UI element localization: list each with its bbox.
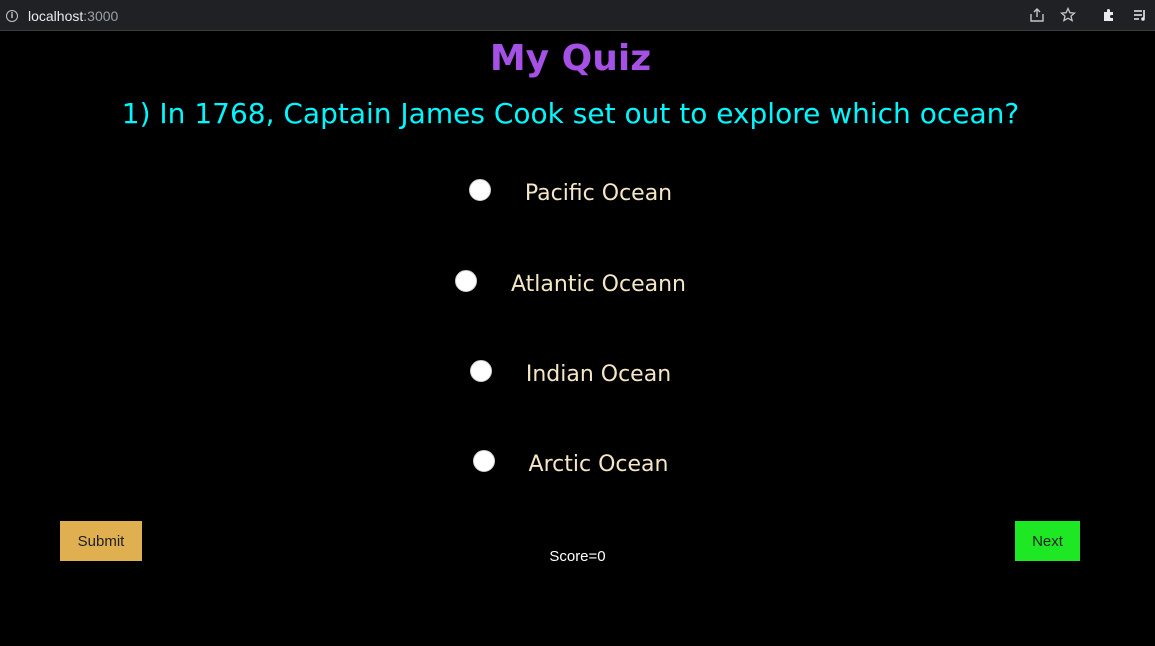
option-indian[interactable]: Indian Ocean <box>0 354 1141 394</box>
info-icon[interactable]: i <box>6 9 18 22</box>
radio-atlantic[interactable] <box>455 270 478 292</box>
radio-pacific[interactable] <box>468 179 491 201</box>
url-text[interactable]: localhost:3000 <box>28 8 118 24</box>
next-button[interactable]: Next <box>1015 521 1080 561</box>
option-label: Atlantic Oceann <box>511 271 686 297</box>
option-label: Indian Ocean <box>525 361 672 387</box>
toolbar-icons <box>1015 0 1155 30</box>
extensions-group <box>1087 2 1155 28</box>
score-text: Score=0 <box>549 548 606 565</box>
share-icon[interactable] <box>1028 6 1046 24</box>
puzzle-icon[interactable] <box>1100 6 1118 24</box>
option-label: Arctic Ocean <box>528 451 669 477</box>
radio-arctic[interactable] <box>472 450 495 472</box>
option-label: Pacific Ocean <box>524 180 673 206</box>
option-arctic[interactable]: Arctic Ocean <box>0 444 1141 484</box>
star-icon[interactable] <box>1059 6 1077 24</box>
browser-toolbar: i localhost:3000 <box>0 0 1155 31</box>
reading-list-icon[interactable] <box>1131 6 1149 24</box>
url-port: :3000 <box>83 7 119 24</box>
address-bar[interactable]: i localhost:3000 <box>6 4 118 27</box>
quiz-title: My Quiz <box>489 38 652 79</box>
url-host: localhost <box>28 7 84 24</box>
radio-indian[interactable] <box>469 360 492 382</box>
option-atlantic[interactable]: Atlantic Oceann <box>0 264 1141 304</box>
question-text: 1) In 1768, Captain James Cook set out t… <box>121 97 1020 130</box>
option-pacific[interactable]: Pacific Ocean <box>0 173 1141 213</box>
